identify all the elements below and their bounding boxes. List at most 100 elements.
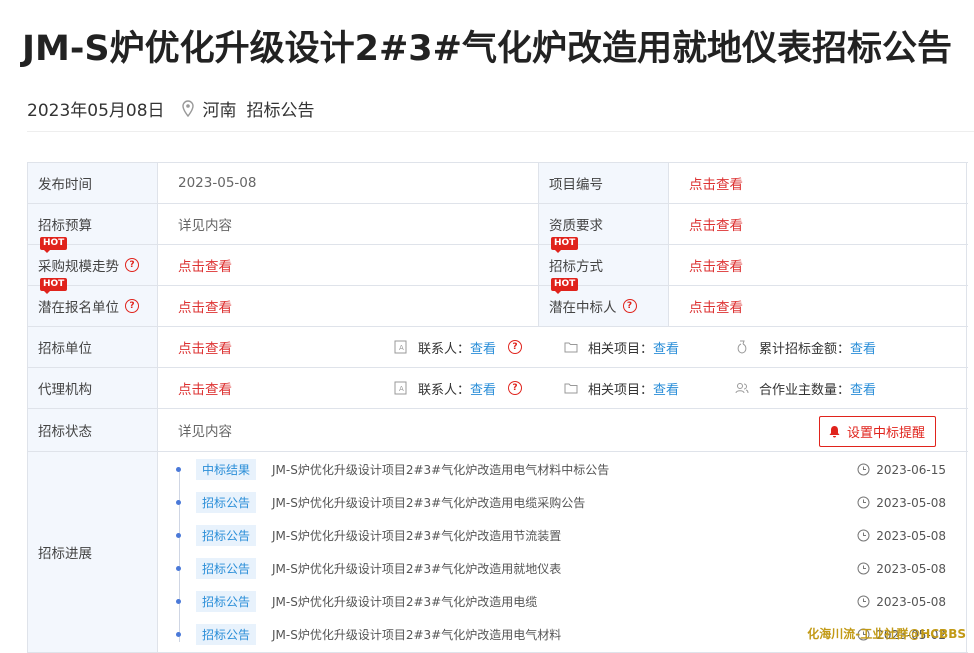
meta-line: 2023年05月08日 河南 招标公告 (27, 96, 315, 121)
hot-badge: HOT (40, 278, 68, 294)
progress-date: 2023-06-15 (876, 462, 946, 477)
table-row: 发布时间 2023-05-08 项目编号 点击查看 (28, 163, 968, 204)
value-publish-time: 2023-05-08 (158, 163, 539, 203)
table-row: HOT 采购规模走势 ? 点击查看 HOT 招标方式 点击查看 (28, 237, 968, 286)
set-remind-button[interactable]: 设置中标提醒 (818, 416, 936, 447)
label-tender-unit: 招标单位 (28, 327, 158, 367)
table-row: 代理机构 点击查看 A 联系人： 查看 ? 相关项目： 查看 合作业主数量： 查… (28, 368, 968, 409)
value-potential-winner[interactable]: 点击查看 (669, 286, 967, 326)
progress-title[interactable]: JM-S炉优化升级设计项目2#3#气化炉改造用电缆采购公告 (272, 494, 585, 511)
partner-link[interactable]: 查看 (850, 379, 876, 398)
value-scale-trend[interactable]: 点击查看 (158, 245, 539, 285)
progress-tag: 招标公告 (196, 558, 257, 579)
progress-date: 2023-05-08 (876, 594, 946, 609)
label-status: 招标状态 (28, 409, 158, 451)
progress-list: 中标结果 JM-S炉优化升级设计项目2#3#气化炉改造用电气材料中标公告 2023-… (158, 452, 967, 652)
label-text: 潜在中标人 (549, 300, 617, 316)
label-text: 招标方式 (549, 259, 603, 275)
progress-item[interactable]: 招标公告 JM-S炉优化升级设计项目2#3#气化炉改造用节流装置 2023-05-0… (158, 519, 966, 552)
timeline-dot (176, 467, 181, 472)
timeline-dot (176, 500, 181, 505)
progress-title[interactable]: JM-S炉优化升级设计项目2#3#气化炉改造用电缆 (272, 593, 537, 610)
progress-date: 2023-05-08 (876, 495, 946, 510)
progress-item[interactable]: 招标公告 JM-S炉优化升级设计项目2#3#气化炉改造用电缆采购公告 2023-05… (158, 486, 966, 519)
contact-label: 联系人： (418, 382, 471, 398)
related-label: 相关项目： (588, 382, 654, 398)
timeline-dot (176, 599, 181, 604)
progress-title[interactable]: JM-S炉优化升级设计项目2#3#气化炉改造用电气材料 (272, 626, 561, 643)
progress-tag: 招标公告 (196, 525, 257, 546)
help-icon[interactable]: ? (508, 340, 523, 354)
divider (27, 131, 974, 132)
svg-text:A: A (399, 385, 404, 393)
help-icon[interactable]: ? (622, 299, 637, 313)
timeline-dot (176, 533, 181, 538)
contact-link[interactable]: 查看 (470, 379, 496, 398)
table-row: 招标进展 中标结果 JM-S炉优化升级设计项目2#3#气化炉改造用电气材料中标公告… (28, 452, 968, 653)
table-row: 招标单位 点击查看 A 联系人： 查看 ? 相关项目： 查看 累计招标金额： 查… (28, 327, 968, 368)
progress-item[interactable]: 招标公告 JM-S炉优化升级设计项目2#3#气化炉改造用就地仪表 2023-05-0… (158, 552, 966, 585)
category[interactable]: 招标公告 (247, 96, 315, 121)
total-link[interactable]: 查看 (850, 338, 876, 357)
label-progress: 招标进展 (28, 452, 158, 652)
related-label: 相关项目： (588, 341, 654, 357)
label-text: 潜在报名单位 (38, 300, 119, 316)
contact-label: 联系人： (418, 341, 471, 357)
table-row: HOT 潜在报名单位 ? 点击查看 HOT 潜在中标人 ? 点击查看 (28, 278, 968, 327)
value-status: 详见内容 (178, 424, 232, 440)
help-icon[interactable]: ? (125, 258, 139, 272)
clock-icon (857, 496, 870, 509)
total-group: 累计招标金额： 查看 (735, 327, 876, 367)
clock-icon (857, 463, 870, 476)
contact-card-icon: A (394, 381, 407, 395)
progress-tag: 招标公告 (196, 492, 257, 513)
help-icon[interactable]: ? (508, 381, 523, 395)
label-agency: 代理机构 (28, 368, 158, 408)
contact-group: A 联系人： 查看 ? (394, 327, 523, 367)
bell-icon (829, 426, 840, 438)
progress-date-group: 2023-05-08 (857, 595, 946, 609)
clock-icon (857, 529, 870, 542)
related-link[interactable]: 查看 (653, 379, 679, 398)
label-publish-time: 发布时间 (28, 163, 158, 203)
progress-title[interactable]: JM-S炉优化升级设计项目2#3#气化炉改造用电气材料中标公告 (272, 461, 609, 478)
clock-icon (857, 595, 870, 608)
remind-label: 设置中标提醒 (846, 426, 925, 441)
value-bid-method[interactable]: 点击查看 (669, 245, 967, 285)
folder-icon (564, 342, 578, 353)
publish-date: 2023年05月08日 (27, 101, 165, 121)
progress-title[interactable]: JM-S炉优化升级设计项目2#3#气化炉改造用节流装置 (272, 527, 561, 544)
watermark: 化海川流-工业社群@HCBBS (807, 627, 966, 641)
progress-tag: 中标结果 (196, 459, 257, 480)
total-label: 累计招标金额： (759, 341, 851, 357)
progress-item[interactable]: 中标结果 JM-S炉优化升级设计项目2#3#气化炉改造用电气材料中标公告 2023-… (158, 453, 966, 486)
help-icon[interactable]: ? (125, 299, 139, 313)
related-group: 相关项目： 查看 (564, 327, 679, 367)
hot-badge: HOT (551, 237, 579, 253)
value-qualification[interactable]: 点击查看 (669, 204, 967, 244)
svg-text:A: A (399, 344, 404, 352)
value-project-no[interactable]: 点击查看 (669, 163, 967, 203)
progress-tag: 招标公告 (196, 624, 257, 645)
label-project-no: 项目编号 (539, 163, 669, 203)
value-tender-unit[interactable]: 点击查看 (178, 337, 232, 357)
label-potential-signup: HOT 潜在报名单位 ? (28, 278, 158, 326)
value-agency[interactable]: 点击查看 (178, 378, 232, 398)
value-potential-signup[interactable]: 点击查看 (158, 286, 539, 326)
related-link[interactable]: 查看 (653, 338, 679, 357)
users-icon (735, 383, 749, 394)
region[interactable]: 河南 (203, 96, 237, 121)
agency-cell: 点击查看 A 联系人： 查看 ? 相关项目： 查看 合作业主数量： 查看 (158, 368, 967, 408)
progress-item[interactable]: 招标公告 JM-S炉优化升级设计项目2#3#气化炉改造用电缆 2023-05-08 (158, 585, 966, 618)
progress-date-group: 2023-05-08 (857, 496, 946, 510)
page-title: JM-S炉优化升级设计2#3#气化炉改造用就地仪表招标公告 (22, 29, 952, 69)
tender-unit-cell: 点击查看 A 联系人： 查看 ? 相关项目： 查看 累计招标金额： 查看 (158, 327, 967, 367)
related-group: 相关项目： 查看 (564, 368, 679, 408)
progress-date: 2023-05-08 (876, 528, 946, 543)
contact-link[interactable]: 查看 (470, 338, 496, 357)
progress-date-group: 2023-05-08 (857, 562, 946, 576)
progress-date-group: 2023-06-15 (857, 463, 946, 477)
progress-title[interactable]: JM-S炉优化升级设计项目2#3#气化炉改造用就地仪表 (272, 560, 561, 577)
table-row: 招标状态 详见内容 设置中标提醒 (28, 409, 968, 452)
table-row: 招标预算 详见内容 资质要求 点击查看 (28, 204, 968, 245)
